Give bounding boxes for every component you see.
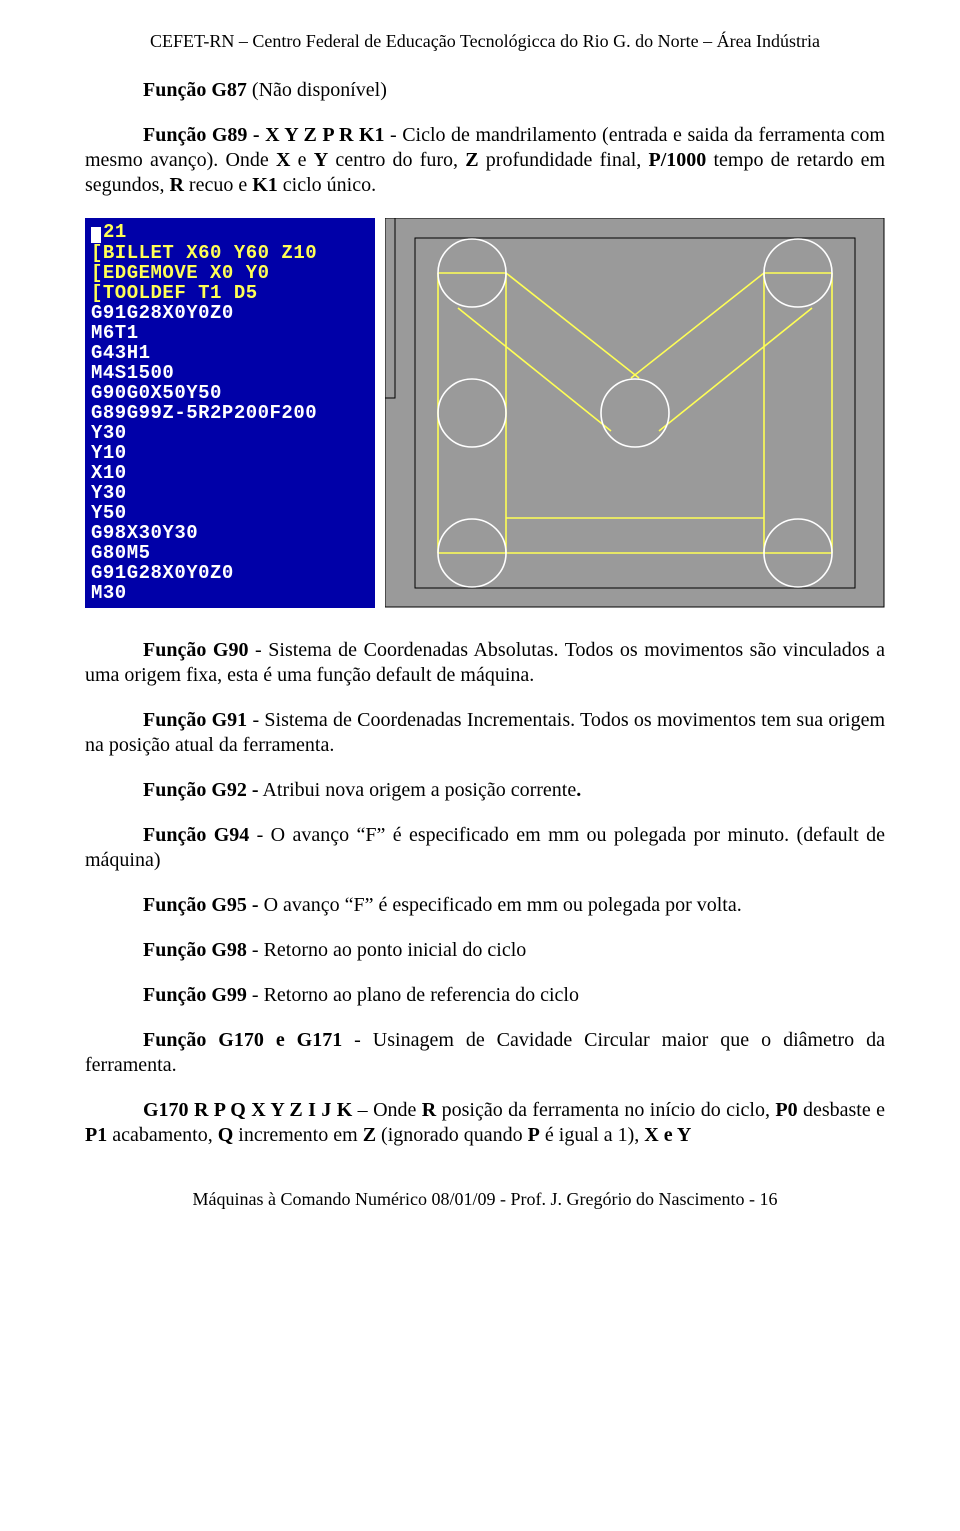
g99-text: - Retorno ao plano de referencia do cicl…	[247, 984, 579, 1006]
code-line: M6T1	[91, 323, 369, 343]
g98-text: - Retorno ao ponto inicial do ciclo	[247, 939, 526, 961]
g87-label: Função G87	[143, 79, 247, 101]
g170p-t5: incremento em	[233, 1124, 362, 1146]
para-g89: Função G89 - X Y Z P R K1 - Ciclo de man…	[85, 123, 885, 198]
g91-label: Função G91	[143, 709, 247, 731]
code-line: M4S1500	[91, 363, 369, 383]
g170p-p1: P1	[85, 1124, 107, 1146]
g170p-z: Z	[363, 1124, 376, 1146]
g89-z: Z	[465, 149, 478, 171]
code-line: Y30	[91, 423, 369, 443]
code-line: [EDGEMOVE X0 Y0	[91, 263, 369, 283]
para-g90: Função G90 - Sistema de Coordenadas Abso…	[85, 638, 885, 688]
header-text: CEFET-RN – Centro Federal de Educação Te…	[85, 30, 885, 53]
g87-text: (Não disponível)	[247, 79, 387, 101]
code-line: G91G28X0Y0Z0	[91, 303, 369, 323]
g89-p: P/1000	[649, 149, 707, 171]
g170p-t2: posição da ferramenta no início do ciclo…	[436, 1099, 775, 1121]
g89-label: Função G89 - X Y Z P R K1	[143, 124, 385, 146]
g89-x: X	[276, 149, 290, 171]
code-line: M30	[91, 583, 369, 603]
code-line: Y50	[91, 503, 369, 523]
g89-r: R	[169, 174, 183, 196]
g170p-label: G170 R P Q X Y Z I J K	[143, 1099, 352, 1121]
g170p-t7: é igual a 1),	[540, 1124, 644, 1146]
g170p-t4: acabamento,	[107, 1124, 218, 1146]
toolpath-diagram	[385, 218, 885, 608]
footer-text: Máquinas à Comando Numérico 08/01/09 - P…	[85, 1188, 885, 1211]
g170p-r: R	[422, 1099, 436, 1121]
g170-label: Função G170 e G171	[143, 1029, 342, 1051]
g98-label: Função G98	[143, 939, 247, 961]
para-g170-params: G170 R P Q X Y Z I J K – Onde R posição …	[85, 1098, 885, 1148]
g95-text: O avanço “F” é especificado em mm ou pol…	[264, 894, 742, 916]
g170p-p: P	[528, 1124, 540, 1146]
page: CEFET-RN – Centro Federal de Educação Te…	[0, 0, 960, 1230]
g170p-p0: P0	[775, 1099, 797, 1121]
para-g94: Função G94 - O avanço “F” é especificado…	[85, 823, 885, 873]
code-line: G43H1	[91, 343, 369, 363]
g89-k1: K1	[252, 174, 278, 196]
code-line: X10	[91, 463, 369, 483]
para-g99: Função G99 - Retorno ao plano de referen…	[85, 983, 885, 1008]
g170p-t6: (ignorado quando	[376, 1124, 528, 1146]
para-g87: Função G87 (Não disponível)	[85, 78, 885, 103]
code-line: [BILLET X60 Y60 Z10	[91, 243, 369, 263]
g170p-t3: desbaste e	[798, 1099, 885, 1121]
g90-label: Função G90	[143, 639, 248, 661]
code-line: Y30	[91, 483, 369, 503]
g170p-t1: – Onde	[352, 1099, 422, 1121]
g95-label: Função G95 -	[143, 894, 264, 916]
g89-t7: ciclo único.	[278, 174, 376, 196]
code-line: [TOOLDEF T1 D5	[91, 283, 369, 303]
g89-t6: recuo e	[184, 174, 252, 196]
code-line: Y10	[91, 443, 369, 463]
para-g170: Função G170 e G171 - Usinagem de Cavidad…	[85, 1028, 885, 1078]
g89-t3: centro do furo,	[328, 149, 465, 171]
code-line: 21	[91, 222, 369, 243]
para-g91: Função G91 - Sistema de Coordenadas Incr…	[85, 708, 885, 758]
g170p-q: Q	[218, 1124, 234, 1146]
para-g95: Função G95 - O avanço “F” é especificado…	[85, 893, 885, 918]
code-line: G80M5	[91, 543, 369, 563]
code-line: G98X30Y30	[91, 523, 369, 543]
g92-label: Função G92 -	[143, 779, 259, 801]
g92-dot: .	[576, 779, 581, 801]
g89-t4: profundidade final,	[479, 149, 649, 171]
code-line: G90G0X50Y50	[91, 383, 369, 403]
para-g92: Função G92 - Atribui nova origem a posiç…	[85, 778, 885, 803]
g99-label: Função G99	[143, 984, 247, 1006]
code-panel: 21[BILLET X60 Y60 Z10[EDGEMOVE X0 Y0[TOO…	[85, 218, 375, 608]
g170p-xy: X e Y	[644, 1124, 691, 1146]
g92-text: Atribui nova origem a posição corrente	[259, 779, 577, 801]
code-line: G89G99Z-5R2P200F200	[91, 403, 369, 423]
g89-y: Y	[314, 149, 328, 171]
g89-t2: e	[290, 149, 313, 171]
para-g98: Função G98 - Retorno ao ponto inicial do…	[85, 938, 885, 963]
code-line: G91G28X0Y0Z0	[91, 563, 369, 583]
figure-row: 21[BILLET X60 Y60 Z10[EDGEMOVE X0 Y0[TOO…	[85, 218, 885, 608]
text-cursor	[91, 227, 101, 243]
g94-label: Função G94	[143, 824, 249, 846]
